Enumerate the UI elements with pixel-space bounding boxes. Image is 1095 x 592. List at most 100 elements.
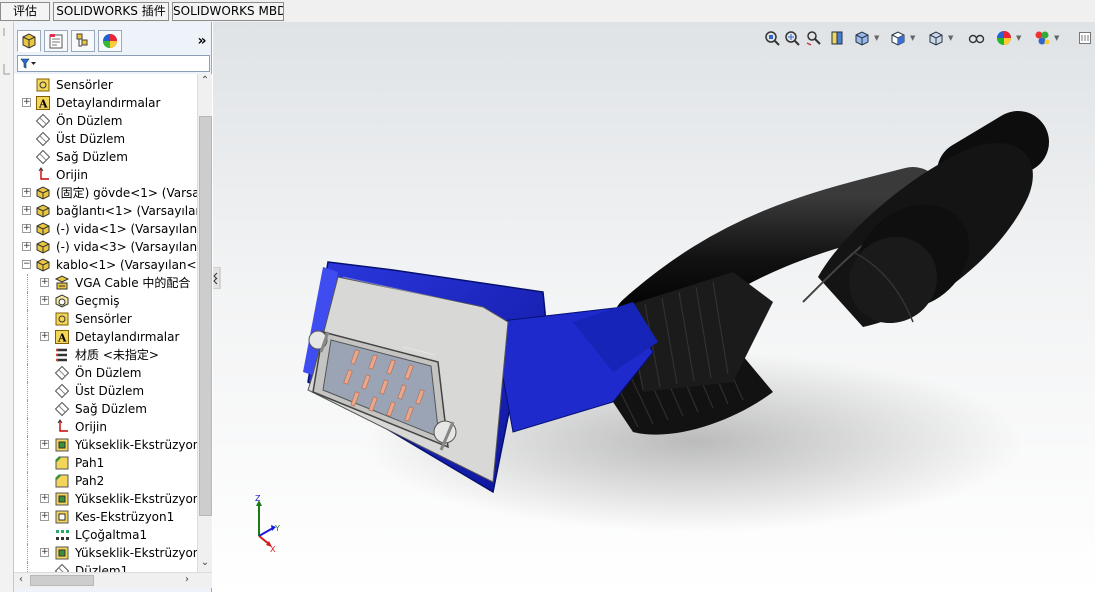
tree-guide-line (27, 526, 28, 544)
scroll-left-icon[interactable]: ‹ (14, 573, 28, 587)
chamfer-icon (55, 456, 69, 470)
tree-item-label: Ön Düzlem (56, 114, 123, 128)
expand-icon[interactable]: + (40, 512, 49, 521)
tree-item[interactable]: Ön Düzlem (14, 112, 197, 130)
tree-item[interactable]: Pah1 (14, 454, 197, 472)
tree-guide-line (27, 364, 28, 382)
tree-horizontal-scrollbar[interactable]: ‹ › (14, 572, 212, 588)
tree-item[interactable]: + Kes-Ekstrüzyon1 (14, 508, 197, 526)
tree-item-label: Detaylandırmalar (75, 330, 180, 344)
feature-tree-tab[interactable] (17, 30, 41, 52)
tree-guide-line (27, 436, 28, 454)
annotation-icon: A (55, 330, 69, 345)
expand-icon[interactable]: + (40, 440, 49, 449)
tree-item[interactable]: + bağlantı<1> (Varsayılan (14, 202, 197, 220)
expand-icon[interactable]: + (40, 548, 49, 557)
tab-solidworks-addins[interactable]: SOLIDWORKS 插件 (53, 2, 169, 21)
configuration-manager-tab[interactable] (71, 30, 95, 52)
tree-item-label: Sensörler (75, 312, 132, 326)
tree-item[interactable]: Sensörler (14, 310, 197, 328)
annotation-icon: A (36, 96, 50, 111)
tree-item[interactable]: Ön Düzlem (14, 364, 197, 382)
tree-item[interactable]: + (固定) gövde<1> (Varsa (14, 184, 197, 202)
graphics-area[interactable]: ▼ ▼ ▼ ▼ ▼ Z Y X (213, 22, 1095, 592)
expand-icon[interactable]: + (22, 188, 31, 197)
tree-item-label: Üst Düzlem (75, 384, 145, 398)
part-icon (36, 186, 50, 200)
tree-item[interactable]: Pah2 (14, 472, 197, 490)
tree-connector-icon (3, 28, 10, 75)
tree-item[interactable]: Sensörler (14, 76, 197, 94)
tree-item[interactable]: + Yükseklik-Ekstrüzyon (14, 436, 197, 454)
tree-item[interactable]: + (-) vida<3> (Varsayılan< (14, 238, 197, 256)
property-manager-tab[interactable] (44, 30, 68, 52)
origin-icon (38, 167, 49, 180)
display-manager-tab[interactable] (98, 30, 122, 52)
vertical-scroll-thumb[interactable] (199, 116, 212, 516)
scroll-down-icon[interactable]: ⌄ (198, 556, 212, 570)
tree-item[interactable]: Üst Düzlem (14, 382, 197, 400)
tree-item[interactable]: Orijin (14, 418, 197, 436)
plane-icon (54, 563, 70, 572)
feature-tree: Sensörler + A Detaylandırmalar Ön Düzlem Üst … (14, 74, 197, 572)
tree-item-label: kablo<1> (Varsayılan<< (56, 258, 197, 272)
tree-item[interactable]: + A Detaylandırmalar (14, 94, 197, 112)
tree-item-label: Detaylandırmalar (56, 96, 161, 110)
feature-manager-panel: » Sensörler + A Detaylandırmalar Ön Düzlem Üs… (14, 22, 212, 592)
tree-item[interactable]: Sağ Düzlem (14, 400, 197, 418)
expand-icon[interactable]: + (40, 494, 49, 503)
horizontal-scroll-thumb[interactable] (30, 575, 94, 586)
linear-pattern-icon (56, 530, 69, 540)
expand-icon[interactable]: + (22, 242, 31, 251)
tree-item[interactable]: + Yükseklik-Ekstrüzyon (14, 490, 197, 508)
tree-item-label: VGA Cable 中的配合 (75, 276, 191, 290)
tree-item-label: Yükseklik-Ekstrüzyon (75, 546, 197, 560)
tree-item[interactable]: Sağ Düzlem (14, 148, 197, 166)
vga-cable-model[interactable] (213, 22, 1095, 592)
plane-icon (35, 131, 51, 147)
tree-item[interactable]: + VGA Cable 中的配合 (14, 274, 197, 292)
scroll-right-icon[interactable]: › (180, 573, 194, 587)
tree-item[interactable]: 材质 <未指定> (14, 346, 197, 364)
tree-filter-input[interactable] (17, 55, 210, 72)
expand-icon[interactable]: + (22, 206, 31, 215)
tree-item[interactable]: Orijin (14, 166, 197, 184)
tree-guide-line (27, 454, 28, 472)
tree-item[interactable]: + (-) vida<1> (Varsayılan< (14, 220, 197, 238)
tree-item-label: (固定) gövde<1> (Varsa (56, 186, 197, 200)
plane-icon (35, 149, 51, 165)
tree-item-label: Geçmiş (75, 294, 120, 308)
tree-item[interactable]: + A Detaylandırmalar (14, 328, 197, 346)
part-icon (36, 240, 50, 254)
collapse-icon[interactable]: − (22, 260, 31, 269)
plane-icon (35, 113, 51, 129)
feature-tree-icon (22, 33, 36, 49)
tab-evaluate[interactable]: 评估 (0, 2, 50, 21)
tree-item-label: LÇoğaltma1 (75, 528, 148, 542)
expand-icon[interactable]: + (40, 296, 49, 305)
tree-item-label: Kes-Ekstrüzyon1 (75, 510, 175, 524)
tree-item-label: (-) vida<3> (Varsayılan< (56, 240, 197, 254)
command-manager-tabbar: 评估 SOLIDWORKS 插件 SOLIDWORKS MBD (0, 0, 1095, 22)
tree-item[interactable]: + Yükseklik-Ekstrüzyon (14, 544, 197, 562)
tree-item[interactable]: − kablo<1> (Varsayılan<< (14, 256, 197, 274)
plane-icon (54, 383, 70, 399)
more-tabs-button[interactable]: » (194, 32, 210, 50)
expand-icon[interactable]: + (22, 98, 31, 107)
tree-item-label: Orijin (56, 168, 88, 182)
tree-item-label: Yükseklik-Ekstrüzyon (75, 438, 197, 452)
expand-icon[interactable]: + (40, 278, 49, 287)
tab-solidworks-mbd[interactable]: SOLIDWORKS MBD (172, 2, 284, 21)
expand-icon[interactable]: + (22, 224, 31, 233)
tree-vertical-scrollbar[interactable]: ⌃ ⌄ (197, 74, 212, 572)
filter-icon[interactable] (18, 56, 40, 71)
svg-text:A: A (38, 98, 48, 111)
expand-icon[interactable]: + (40, 332, 49, 341)
tree-item[interactable]: Üst Düzlem (14, 130, 197, 148)
scroll-up-icon[interactable]: ⌃ (198, 74, 212, 88)
tree-item[interactable]: LÇoğaltma1 (14, 526, 197, 544)
tree-item[interactable]: Düzlem1 (14, 562, 197, 572)
tree-guide-line (27, 274, 28, 292)
tree-guide-line (27, 472, 28, 490)
tree-item[interactable]: + Geçmiş (14, 292, 197, 310)
